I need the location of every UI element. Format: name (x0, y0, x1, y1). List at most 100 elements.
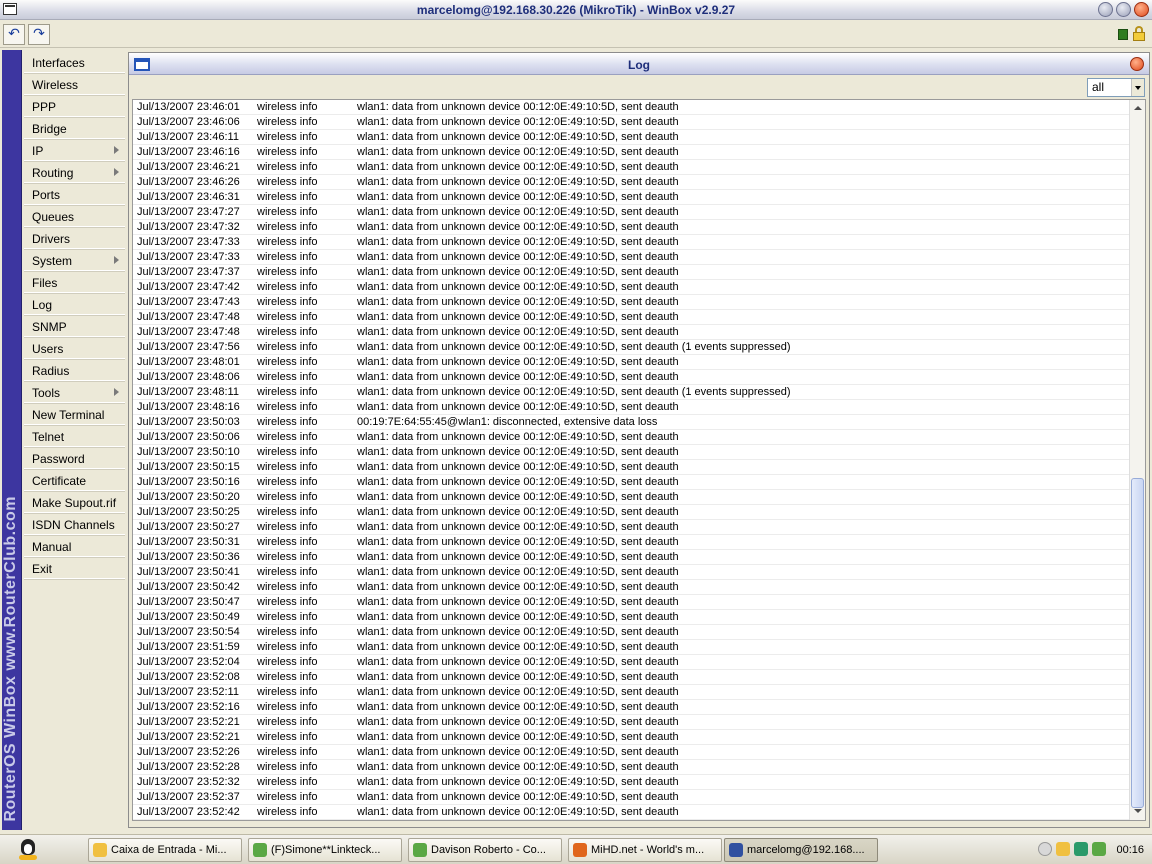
sidebar-item-isdn-channels[interactable]: ISDN Channels (24, 515, 125, 535)
table-row[interactable]: Jul/13/2007 23:46:11 wireless info wlan1: … (133, 130, 1129, 145)
taskbar-button-label: Caixa de Entrada - Mi... (111, 844, 227, 856)
table-row[interactable]: Jul/13/2007 23:50:06 wireless info wlan1: … (133, 430, 1129, 445)
table-row[interactable]: Jul/13/2007 23:51:59 wireless info wlan1: … (133, 640, 1129, 655)
sidebar-item-tools[interactable]: Tools (24, 383, 125, 403)
table-row[interactable]: Jul/13/2007 23:52:28 wireless info wlan1: … (133, 760, 1129, 775)
table-row[interactable]: Jul/13/2007 23:50:25 wireless info wlan1: … (133, 505, 1129, 520)
taskbar-button[interactable]: (F)Simone**Linkteck... (248, 838, 402, 862)
sidebar-item-ip[interactable]: IP (24, 141, 125, 161)
sidebar-item-manual[interactable]: Manual (24, 537, 125, 557)
table-row[interactable]: Jul/13/2007 23:50:15 wireless info wlan1: … (133, 460, 1129, 475)
table-row[interactable]: Jul/13/2007 23:46:26 wireless info wlan1: … (133, 175, 1129, 190)
table-row[interactable]: Jul/13/2007 23:50:54 wireless info wlan1: … (133, 625, 1129, 640)
table-row[interactable]: Jul/13/2007 23:50:03 wireless info 00:19:7… (133, 415, 1129, 430)
log-time-cell: Jul/13/2007 23:50:31 (137, 536, 240, 548)
table-row[interactable]: Jul/13/2007 23:47:37 wireless info wlan1: … (133, 265, 1129, 280)
chevron-down-icon[interactable] (1131, 79, 1144, 96)
close-button[interactable] (1134, 2, 1149, 17)
sidebar-item-ports[interactable]: Ports (24, 185, 125, 205)
table-row[interactable]: Jul/13/2007 23:52:32 wireless info wlan1: … (133, 775, 1129, 790)
sidebar-item-bridge[interactable]: Bridge (24, 119, 125, 139)
table-row[interactable]: Jul/13/2007 23:47:33 wireless info wlan1: … (133, 250, 1129, 265)
taskbar-button[interactable]: marcelomg@192.168.... (724, 838, 878, 862)
sidebar-item-files[interactable]: Files (24, 273, 125, 293)
sidebar-item-new-terminal[interactable]: New Terminal (24, 405, 125, 425)
sidebar-item-routing[interactable]: Routing (24, 163, 125, 183)
sidebar-item-exit[interactable]: Exit (24, 559, 125, 579)
table-row[interactable]: Jul/13/2007 23:52:21 wireless info wlan1: … (133, 730, 1129, 745)
table-row[interactable]: Jul/13/2007 23:46:01 wireless info wlan1: … (133, 100, 1129, 115)
table-row[interactable]: Jul/13/2007 23:50:41 wireless info wlan1: … (133, 565, 1129, 580)
vertical-scrollbar[interactable] (1129, 100, 1145, 820)
table-row[interactable]: Jul/13/2007 23:50:27 wireless info wlan1: … (133, 520, 1129, 535)
log-filter-select[interactable]: all (1087, 78, 1145, 97)
log-message-cell: wlan1: data from unknown device 00:12:0E… (357, 791, 679, 803)
tray-mail-icon[interactable] (1056, 842, 1070, 856)
start-penguin-icon[interactable] (16, 839, 42, 861)
table-row[interactable]: Jul/13/2007 23:47:48 wireless info wlan1: … (133, 325, 1129, 340)
table-row[interactable]: Jul/13/2007 23:47:56 wireless info wlan1: … (133, 340, 1129, 355)
table-row[interactable]: Jul/13/2007 23:50:20 wireless info wlan1: … (133, 490, 1129, 505)
table-row[interactable]: Jul/13/2007 23:50:16 wireless info wlan1: … (133, 475, 1129, 490)
table-row[interactable]: Jul/13/2007 23:47:43 wireless info wlan1: … (133, 295, 1129, 310)
table-row[interactable]: Jul/13/2007 23:52:16 wireless info wlan1: … (133, 700, 1129, 715)
sidebar-item-certificate[interactable]: Certificate (24, 471, 125, 491)
sidebar-item-log[interactable]: Log (24, 295, 125, 315)
table-row[interactable]: Jul/13/2007 23:52:26 wireless info wlan1: … (133, 745, 1129, 760)
table-row[interactable]: Jul/13/2007 23:48:06 wireless info wlan1: … (133, 370, 1129, 385)
log-topics-cell: wireless info (257, 431, 318, 443)
table-row[interactable]: Jul/13/2007 23:50:42 wireless info wlan1: … (133, 580, 1129, 595)
tray-app-icon[interactable] (1074, 842, 1088, 856)
table-row[interactable]: Jul/13/2007 23:50:36 wireless info wlan1: … (133, 550, 1129, 565)
taskbar-button[interactable]: MiHD.net - World's m... (568, 838, 722, 862)
table-row[interactable]: Jul/13/2007 23:46:21 wireless info wlan1: … (133, 160, 1129, 175)
table-row[interactable]: Jul/13/2007 23:47:48 wireless info wlan1: … (133, 310, 1129, 325)
table-row[interactable]: Jul/13/2007 23:47:33 wireless info wlan1: … (133, 235, 1129, 250)
sidebar-item-make-supout-rif[interactable]: Make Supout.rif (24, 493, 125, 513)
tray-arrow-icon[interactable] (1038, 842, 1052, 856)
undo-button[interactable]: ↶ (3, 24, 25, 45)
minimize-button[interactable] (1098, 2, 1113, 17)
sidebar-item-snmp[interactable]: SNMP (24, 317, 125, 337)
maximize-button[interactable] (1116, 2, 1131, 17)
scroll-up-arrow-icon[interactable] (1132, 103, 1144, 115)
taskbar-button[interactable]: Davison Roberto - Co... (408, 838, 562, 862)
scroll-down-arrow-icon[interactable] (1132, 805, 1144, 817)
sidebar-item-ppp[interactable]: PPP (24, 97, 125, 117)
table-row[interactable]: Jul/13/2007 23:48:16 wireless info wlan1: … (133, 400, 1129, 415)
sidebar-item-password[interactable]: Password (24, 449, 125, 469)
redo-button[interactable]: ↷ (28, 24, 50, 45)
table-row[interactable]: Jul/13/2007 23:50:10 wireless info wlan1: … (133, 445, 1129, 460)
table-row[interactable]: Jul/13/2007 23:50:49 wireless info wlan1: … (133, 610, 1129, 625)
table-row[interactable]: Jul/13/2007 23:46:31 wireless info wlan1: … (133, 190, 1129, 205)
sidebar-item-system[interactable]: System (24, 251, 125, 271)
tray-messenger-icon[interactable] (1092, 842, 1106, 856)
log-topics-cell: wireless info (257, 746, 318, 758)
table-row[interactable]: Jul/13/2007 23:47:32 wireless info wlan1: … (133, 220, 1129, 235)
sidebar-item-radius[interactable]: Radius (24, 361, 125, 381)
table-row[interactable]: Jul/13/2007 23:47:27 wireless info wlan1: … (133, 205, 1129, 220)
log-window-close-button[interactable] (1130, 57, 1144, 71)
table-row[interactable]: Jul/13/2007 23:46:06 wireless info wlan1: … (133, 115, 1129, 130)
log-message-cell: wlan1: data from unknown device 00:12:0E… (357, 671, 679, 683)
table-row[interactable]: Jul/13/2007 23:52:21 wireless info wlan1: … (133, 715, 1129, 730)
scrollbar-thumb[interactable] (1131, 478, 1144, 808)
table-row[interactable]: Jul/13/2007 23:50:31 wireless info wlan1: … (133, 535, 1129, 550)
table-row[interactable]: Jul/13/2007 23:46:16 wireless info wlan1: … (133, 145, 1129, 160)
table-row[interactable]: Jul/13/2007 23:48:11 wireless info wlan1: … (133, 385, 1129, 400)
table-row[interactable]: Jul/13/2007 23:47:42 wireless info wlan1: … (133, 280, 1129, 295)
taskbar-button[interactable]: Caixa de Entrada - Mi... (88, 838, 242, 862)
sidebar-item-drivers[interactable]: Drivers (24, 229, 125, 249)
table-row[interactable]: Jul/13/2007 23:52:11 wireless info wlan1: … (133, 685, 1129, 700)
table-row[interactable]: Jul/13/2007 23:52:08 wireless info wlan1: … (133, 670, 1129, 685)
sidebar-item-queues[interactable]: Queues (24, 207, 125, 227)
sidebar-item-telnet[interactable]: Telnet (24, 427, 125, 447)
table-row[interactable]: Jul/13/2007 23:48:01 wireless info wlan1: … (133, 355, 1129, 370)
table-row[interactable]: Jul/13/2007 23:52:37 wireless info wlan1: … (133, 790, 1129, 805)
table-row[interactable]: Jul/13/2007 23:52:42 wireless info wlan1: … (133, 805, 1129, 820)
table-row[interactable]: Jul/13/2007 23:50:47 wireless info wlan1: … (133, 595, 1129, 610)
sidebar-item-users[interactable]: Users (24, 339, 125, 359)
sidebar-item-interfaces[interactable]: Interfaces (24, 53, 125, 73)
table-row[interactable]: Jul/13/2007 23:52:04 wireless info wlan1: … (133, 655, 1129, 670)
sidebar-item-wireless[interactable]: Wireless (24, 75, 125, 95)
